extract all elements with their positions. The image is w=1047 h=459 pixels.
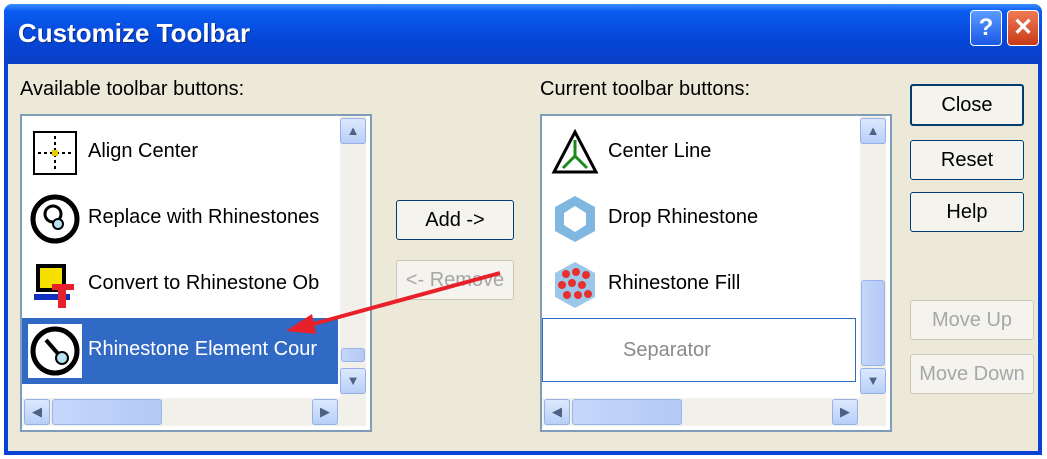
remove-button[interactable]: <- Remove [396,260,514,300]
scroll-down-icon[interactable]: ▼ [860,368,886,394]
scroll-down-icon[interactable]: ▼ [340,368,366,394]
available-item-label: Replace with Rhinestones [88,206,320,228]
scroll-thumb[interactable] [341,348,365,362]
move-down-button[interactable]: Move Down [910,354,1034,394]
current-item-label: Drop Rhinestone [608,206,759,228]
convert-rhinestone-icon [28,258,82,312]
center-line-icon [548,126,602,180]
available-item-rhinestone-element[interactable]: Rhinestone Element Cour [22,318,338,384]
customize-toolbar-dialog: Customize Toolbar ? ✕ Available toolbar … [4,4,1042,455]
scroll-right-icon[interactable]: ▶ [312,399,338,425]
scroll-up-icon[interactable]: ▲ [340,118,366,144]
available-buttons-label: Available toolbar buttons: [20,78,245,100]
current-item-drop-rhinestone[interactable]: Drop Rhinestone [542,186,858,252]
close-button[interactable]: Close [910,84,1024,126]
replace-rhinestones-icon [28,192,82,246]
align-center-icon [28,126,82,180]
available-buttons-list[interactable]: Align Center Replace with Rhinestones Co… [20,114,372,432]
scroll-right-icon[interactable]: ▶ [832,399,858,425]
drop-rhinestone-icon [548,192,602,246]
dialog-body: Available toolbar buttons: Current toolb… [8,64,1038,451]
title-help-button[interactable]: ? [970,10,1002,46]
current-item-rhinestone-fill[interactable]: Rhinestone Fill [542,252,858,318]
available-vertical-scrollbar[interactable]: ▲ ▼ [340,116,366,398]
available-horizontal-scrollbar[interactable]: ◀ ▶ [22,398,366,426]
current-buttons-label: Current toolbar buttons: [540,78,751,100]
title-close-button[interactable]: ✕ [1007,10,1039,46]
available-item-align-center[interactable]: Align Center [22,120,338,186]
available-item-convert-rhinestone[interactable]: Convert to Rhinestone Ob [22,252,338,318]
reset-button[interactable]: Reset [910,140,1024,180]
available-item-label: Rhinestone Element Cour [88,338,318,360]
help-button[interactable]: Help [910,192,1024,232]
scroll-up-icon[interactable]: ▲ [860,118,886,144]
rhinestone-element-icon [28,324,82,378]
current-item-separator[interactable]: Separator [542,318,856,382]
current-buttons-list[interactable]: Center Line Drop Rhinestone Rhinestone F… [540,114,892,432]
scroll-thumb[interactable] [52,399,162,425]
current-item-label: Rhinestone Fill [608,272,741,294]
current-horizontal-scrollbar[interactable]: ◀ ▶ [542,398,886,426]
available-item-label: Align Center [88,140,199,162]
scroll-thumb[interactable] [861,280,885,366]
scroll-left-icon[interactable]: ◀ [544,399,570,425]
dialog-title: Customize Toolbar [18,18,251,48]
rhinestone-fill-icon [548,258,602,312]
scroll-left-icon[interactable]: ◀ [24,399,50,425]
add-button[interactable]: Add -> [396,200,514,240]
current-item-center-line[interactable]: Center Line [542,120,858,186]
current-item-label: Center Line [608,140,712,162]
scroll-thumb[interactable] [572,399,682,425]
available-item-label: Convert to Rhinestone Ob [88,272,320,294]
current-vertical-scrollbar[interactable]: ▲ ▼ [860,116,886,398]
available-item-replace-rhinestones[interactable]: Replace with Rhinestones [22,186,338,252]
move-up-button[interactable]: Move Up [910,300,1034,340]
title-bar[interactable]: Customize Toolbar ? ✕ [4,4,1042,64]
current-item-label: Separator [623,339,711,361]
